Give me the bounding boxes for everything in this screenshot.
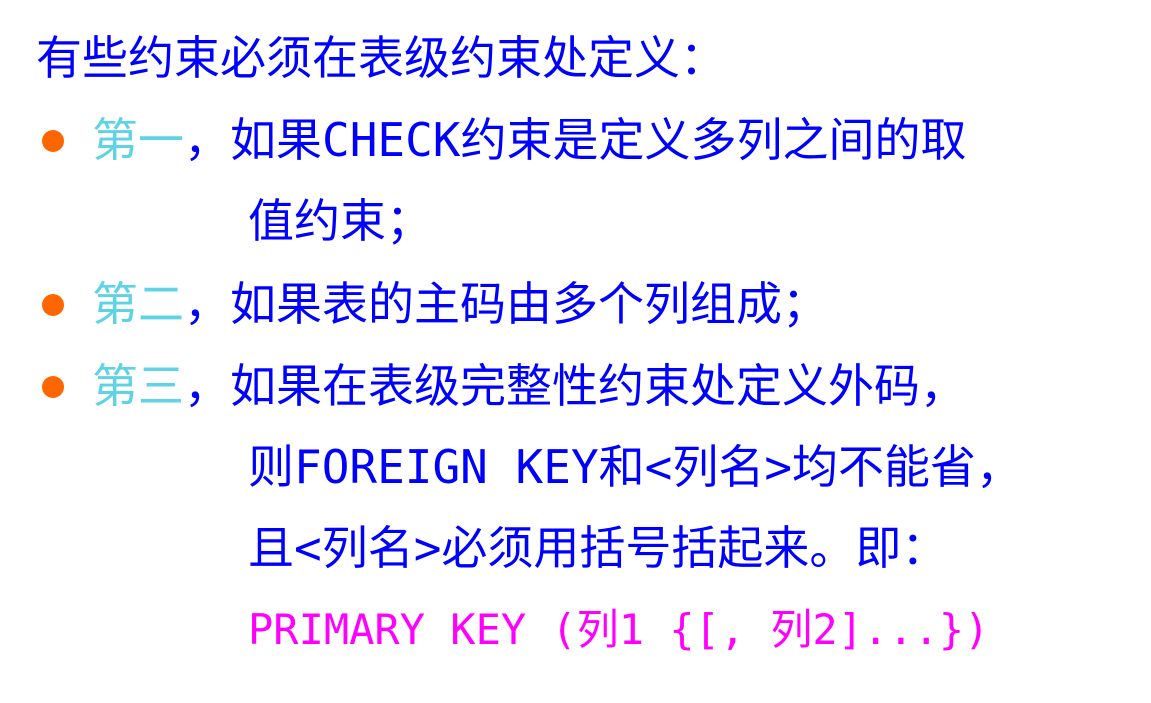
- bullet-text: ，如果CHECK约束是定义多列之间的取: [184, 113, 967, 167]
- slide: 有些约束必须在表级约束处定义： 第一，如果CHECK约束是定义多列之间的取 值约…: [0, 0, 1151, 703]
- bullet-text: ，如果在表级完整性约束处定义外码，: [184, 359, 966, 413]
- bullet-dot-icon: [42, 294, 64, 316]
- bullet-item-1: 第一，如果CHECK约束是定义多列之间的取: [92, 110, 966, 170]
- bullet-item-2: 第二，如果表的主码由多个列组成；: [92, 274, 828, 334]
- bullet-item-3: 第三，如果在表级完整性约束处定义外码，: [92, 356, 966, 416]
- bullet-text: ，如果表的主码由多个列组成；: [184, 277, 828, 331]
- bullet-dot-icon: [42, 130, 64, 152]
- bullet-ordinal: 第三: [92, 359, 184, 413]
- bullet-item-1-continuation: 值约束；: [248, 194, 432, 248]
- bullet-item-3-continuation-2: 且<列名>必须用括号括起来。即：: [248, 521, 948, 575]
- code-syntax: PRIMARY KEY (列1 {[, 列2]...}): [248, 605, 990, 654]
- bullet-item-3-continuation-1: 则FOREIGN KEY和<列名>均不能省，: [248, 440, 1023, 494]
- bullet-ordinal: 第一: [92, 113, 184, 167]
- intro-text: 有些约束必须在表级约束处定义：: [36, 31, 726, 85]
- bullet-ordinal: 第二: [92, 277, 184, 331]
- bullet-dot-icon: [42, 376, 64, 398]
